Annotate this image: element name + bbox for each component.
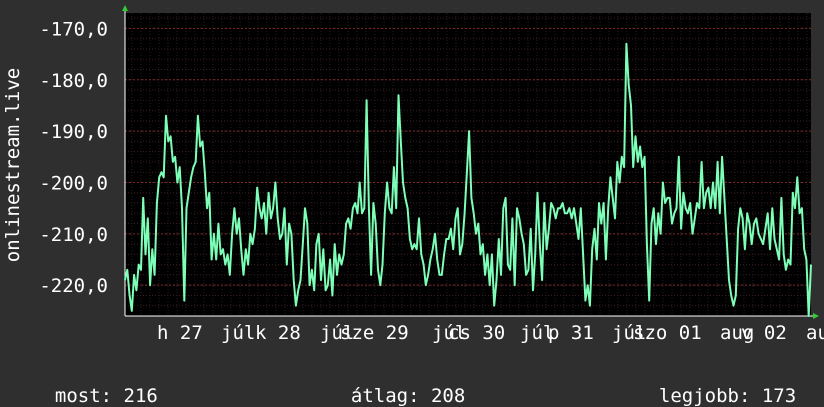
x-tick-label: v 02 xyxy=(741,322,787,344)
x-tick-label: k 28 xyxy=(255,322,301,344)
y-axis-label: onlinestream.live xyxy=(2,68,24,262)
x-tick-label: szo 01 xyxy=(633,322,702,344)
y-tick-label: -220,0 xyxy=(39,275,108,297)
y-tick-label: -210,0 xyxy=(39,224,108,246)
current-label: most: xyxy=(54,385,113,407)
chart: -170,0 -180,0 -190,0 -200,0 -210,0 -220,0 h 2… xyxy=(2,5,824,344)
best-value: 173 xyxy=(761,385,797,407)
y-ticks: -170,0 -180,0 -190,0 -200,0 -210,0 -220,0 xyxy=(39,18,108,297)
x-tick-label: aug xyxy=(806,322,824,344)
x-axis-arrow xyxy=(813,313,819,319)
x-tick-label: cs 30 xyxy=(448,322,505,344)
x-tick-label: p 31 xyxy=(548,322,594,344)
y-tick-label: -180,0 xyxy=(39,70,108,92)
x-tick-label: júl xyxy=(221,322,255,344)
y-tick-label: -190,0 xyxy=(39,121,108,143)
y-axis-arrow xyxy=(122,5,128,11)
y-tick-label: -200,0 xyxy=(39,172,108,194)
x-tick-label: sze 29 xyxy=(340,322,409,344)
y-tick-label: -170,0 xyxy=(39,18,108,40)
average-label: átlag: xyxy=(350,385,420,407)
current-stat: most: 216 xyxy=(32,363,158,407)
x-ticks: h 27 júl k 28 júlsze 29 júlcs 30 júlp 31 júlsz… xyxy=(157,322,824,344)
x-tick-label: h 27 xyxy=(157,322,203,344)
current-value: 216 xyxy=(123,385,158,407)
best-stat: legjobb: 173 xyxy=(636,363,796,407)
average-value: 208 xyxy=(430,385,466,407)
best-label: legjobb: xyxy=(658,385,751,407)
average-stat: átlag: 208 xyxy=(328,363,465,407)
